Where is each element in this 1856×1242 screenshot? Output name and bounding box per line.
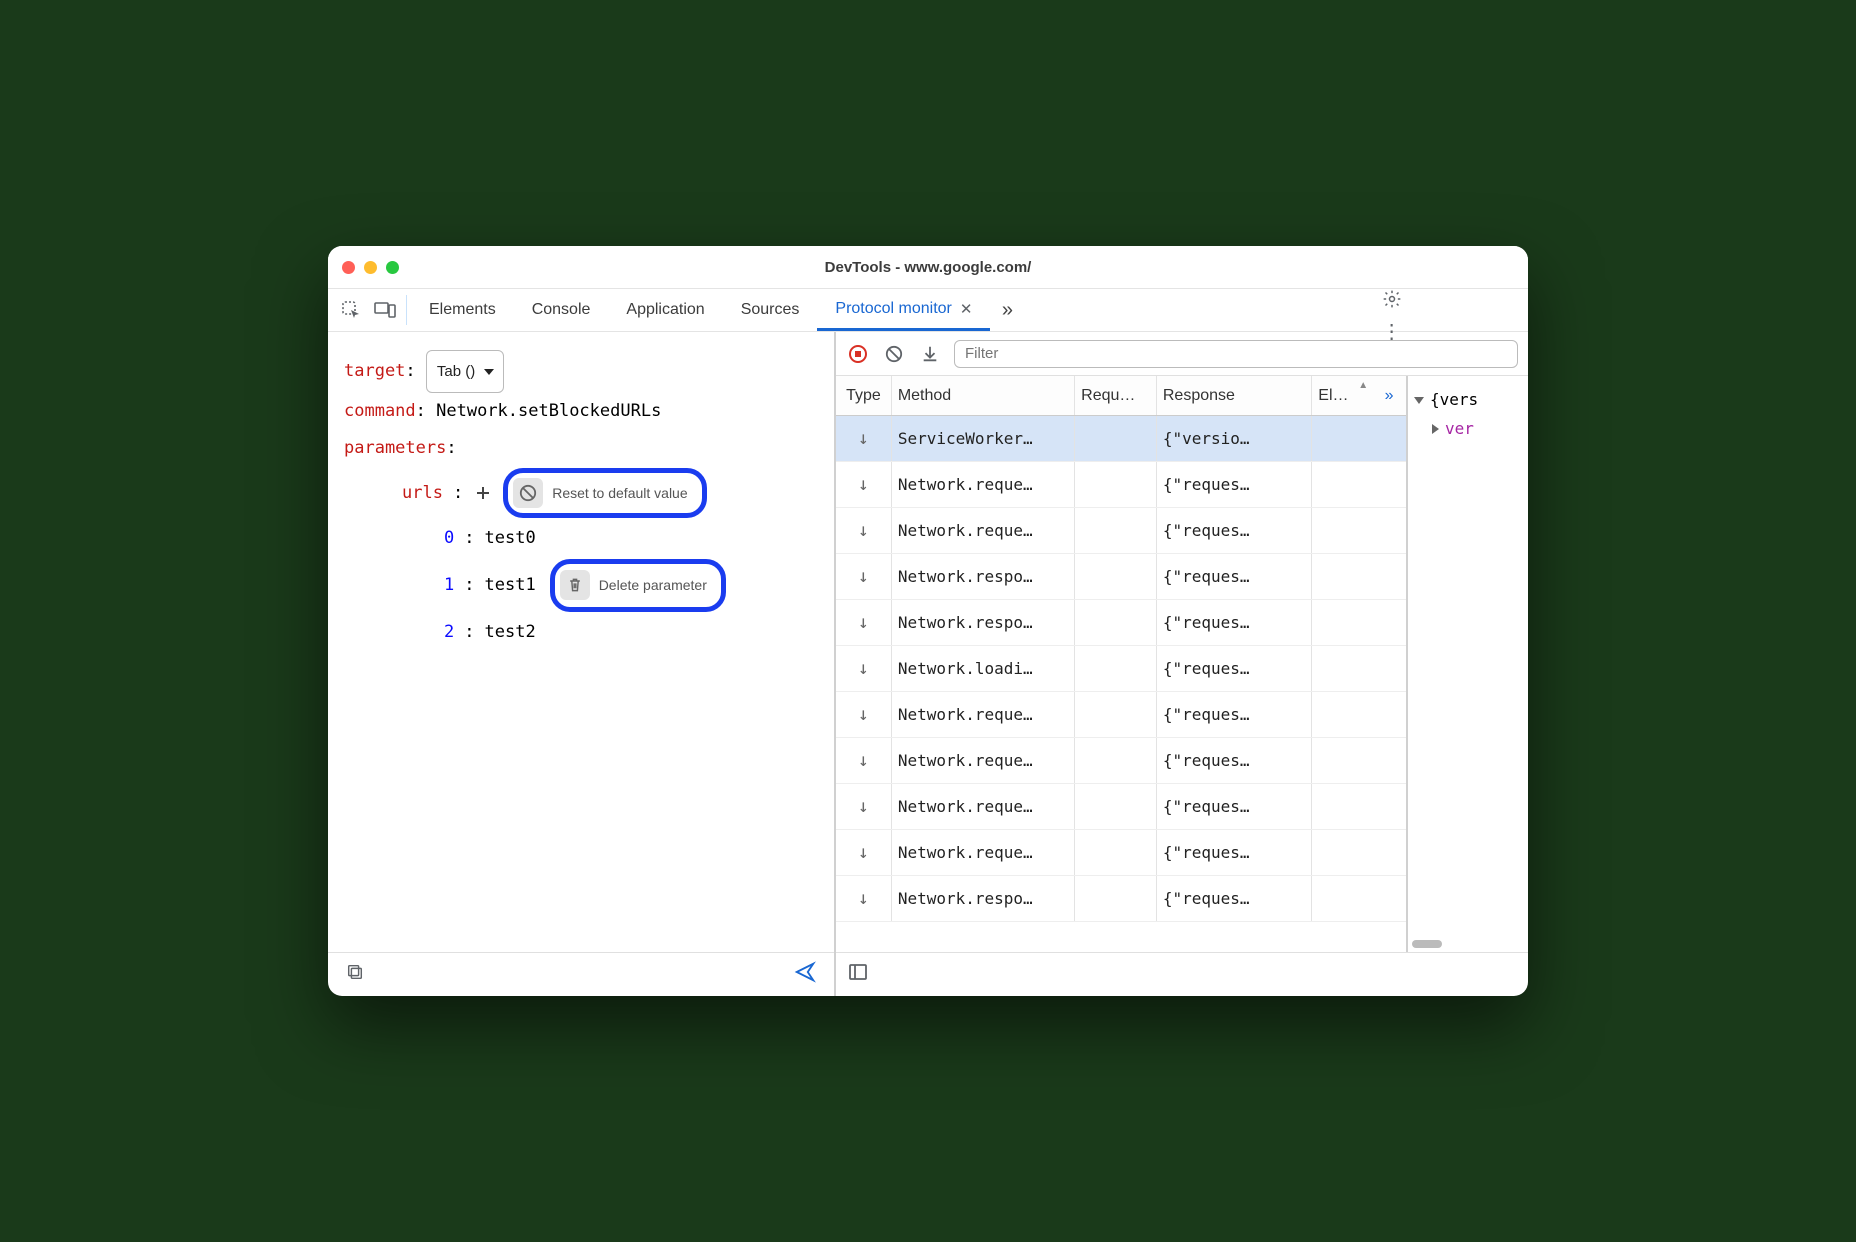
toggle-sidebar-icon[interactable] (848, 962, 868, 987)
url-item[interactable]: 0 : test0 (402, 518, 818, 559)
arrow-down-icon: ↓ (858, 888, 869, 909)
table-row[interactable]: ↓Network.reque…{"reques… (836, 830, 1406, 876)
minimize-window-button[interactable] (364, 261, 377, 274)
table-row[interactable]: ↓Network.reque…{"reques… (836, 692, 1406, 738)
right-footer (836, 952, 1528, 996)
traffic-lights (342, 261, 399, 274)
target-select[interactable]: Tab () (426, 350, 504, 393)
content: target: Tab () command: Network.setBlock… (328, 332, 1528, 996)
tab-protocol-monitor[interactable]: Protocol monitor ✕ (817, 289, 990, 331)
download-icon[interactable] (918, 342, 942, 366)
url-item[interactable]: 1 : test1 Delete parameter (402, 559, 818, 613)
tab-bar: Elements Console Application Sources Pro… (328, 288, 1528, 332)
close-tab-icon[interactable]: ✕ (960, 300, 973, 318)
filter-input[interactable] (954, 340, 1518, 368)
delete-parameter-callout[interactable]: Delete parameter (550, 559, 726, 613)
close-window-button[interactable] (342, 261, 355, 274)
table-row[interactable]: ↓Network.reque…{"reques… (836, 462, 1406, 508)
url-item[interactable]: 2 : test2 (402, 612, 818, 653)
arrow-down-icon: ↓ (858, 704, 869, 725)
command-value: Network.setBlockedURLs (436, 401, 661, 421)
device-toolbar-icon[interactable] (368, 289, 402, 331)
col-method[interactable]: Method (892, 376, 1075, 415)
col-response[interactable]: Response (1157, 376, 1312, 415)
command-label: command (344, 401, 416, 421)
details-pane: {vers ver (1408, 376, 1528, 952)
table-row[interactable]: ↓Network.reque…{"reques… (836, 738, 1406, 784)
no-entry-icon (513, 478, 543, 508)
record-icon[interactable] (846, 342, 870, 366)
col-elapsed[interactable]: El… ▲ (1312, 376, 1372, 415)
sort-icon: ▲ (1358, 380, 1368, 391)
tree-root[interactable]: {vers (1414, 386, 1522, 415)
table-row[interactable]: ↓Network.loadi…{"reques… (836, 646, 1406, 692)
clear-icon[interactable] (882, 342, 906, 366)
tree-child[interactable]: ver (1414, 415, 1522, 444)
send-command-icon[interactable] (794, 961, 816, 988)
divider (406, 295, 407, 325)
add-url-icon[interactable] (473, 483, 493, 503)
tab-sources[interactable]: Sources (723, 289, 818, 331)
protocol-toolbar (836, 332, 1528, 376)
command-editor: target: Tab () command: Network.setBlock… (328, 332, 834, 952)
collapse-icon (1432, 424, 1439, 434)
arrow-down-icon: ↓ (858, 842, 869, 863)
copy-icon[interactable] (346, 963, 364, 986)
table-row[interactable]: ↓Network.respo…{"reques… (836, 600, 1406, 646)
protocol-table: Type Method Requ… Response El… ▲ » ↓Serv… (836, 376, 1408, 952)
table-row[interactable]: ↓Network.reque…{"reques… (836, 784, 1406, 830)
table-row[interactable]: ↓Network.respo…{"reques… (836, 554, 1406, 600)
devtools-window: DevTools - www.google.com/ Elements Cons… (328, 246, 1528, 996)
settings-gear-icon[interactable] (1375, 289, 1409, 309)
tab-console[interactable]: Console (514, 289, 609, 331)
table-row[interactable]: ↓Network.respo…{"reques… (836, 876, 1406, 922)
tab-application[interactable]: Application (608, 289, 722, 331)
table-row[interactable]: ↓ServiceWorker…{"versio… (836, 416, 1406, 462)
left-pane: target: Tab () command: Network.setBlock… (328, 332, 836, 996)
table-row[interactable]: ↓Network.reque…{"reques… (836, 508, 1406, 554)
left-footer (328, 952, 834, 996)
parameters-label: parameters (344, 438, 446, 458)
col-request[interactable]: Requ… (1075, 376, 1157, 415)
scrollbar-thumb[interactable] (1412, 940, 1442, 948)
maximize-window-button[interactable] (386, 261, 399, 274)
arrow-down-icon: ↓ (858, 428, 869, 449)
window-title: DevTools - www.google.com/ (328, 259, 1528, 276)
trash-icon (560, 570, 590, 600)
arrow-down-icon: ↓ (858, 566, 869, 587)
arrow-down-icon: ↓ (858, 750, 869, 771)
more-columns-icon[interactable]: » (1372, 376, 1406, 415)
more-tabs-icon[interactable]: » (990, 289, 1024, 331)
titlebar: DevTools - www.google.com/ (328, 246, 1528, 288)
tab-elements[interactable]: Elements (411, 289, 514, 331)
inspect-element-icon[interactable] (334, 289, 368, 331)
reset-default-callout[interactable]: Reset to default value (503, 468, 706, 518)
arrow-down-icon: ↓ (858, 612, 869, 633)
urls-label: urls (402, 483, 443, 503)
right-pane: Type Method Requ… Response El… ▲ » ↓Serv… (836, 332, 1528, 996)
target-label: target (344, 361, 405, 381)
table-body: ↓ServiceWorker…{"versio…↓Network.reque…{… (836, 416, 1406, 952)
table-header: Type Method Requ… Response El… ▲ » (836, 376, 1406, 416)
expand-icon (1414, 397, 1424, 404)
col-type[interactable]: Type (836, 376, 892, 415)
arrow-down-icon: ↓ (858, 474, 869, 495)
arrow-down-icon: ↓ (858, 796, 869, 817)
arrow-down-icon: ↓ (858, 658, 869, 679)
arrow-down-icon: ↓ (858, 520, 869, 541)
